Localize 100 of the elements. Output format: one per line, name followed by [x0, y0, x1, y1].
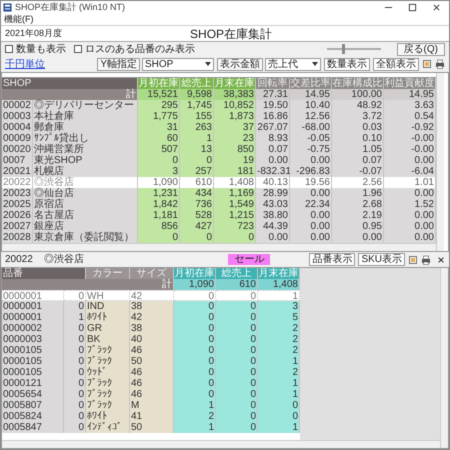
- table-cell: 0: [64, 345, 86, 356]
- table-cell: 0.00: [332, 232, 384, 243]
- column-header: 交差比率: [290, 78, 332, 89]
- table-cell: 1,873: [214, 111, 256, 122]
- table-cell: 19.50: [256, 100, 290, 111]
- maximize-icon[interactable]: [408, 3, 417, 12]
- table-cell: 東光SHOP: [33, 155, 138, 166]
- table-cell: 38,383: [214, 89, 256, 100]
- vertical-scrollbar[interactable]: [440, 268, 448, 448]
- table-cell: 37: [214, 122, 256, 133]
- table-cell: 257: [180, 166, 214, 177]
- table-cell: 0: [216, 389, 258, 400]
- column-header: カラー: [86, 268, 130, 279]
- table-cell: 0: [174, 312, 216, 323]
- table-cell: 0: [138, 232, 180, 243]
- document-icon[interactable]: [422, 59, 432, 69]
- column-header: 月初在庫: [138, 78, 180, 89]
- table-cell: 3.72: [332, 111, 384, 122]
- column-header: 利益貢献度: [384, 78, 436, 89]
- table-cell: 263: [180, 122, 214, 133]
- table-cell: 0.95: [332, 221, 384, 232]
- horizontal-scrollbar[interactable]: [2, 243, 436, 251]
- table-cell: 1,775: [138, 111, 180, 122]
- table-cell: 0: [216, 367, 258, 378]
- table-cell: 20028: [2, 232, 33, 243]
- close-icon[interactable]: [437, 256, 445, 264]
- table-cell: 3: [258, 301, 300, 312]
- table-cell: 13: [180, 144, 214, 155]
- table-cell: 3.63: [384, 100, 436, 111]
- table-cell: -832.31: [256, 166, 290, 177]
- column-header: 月末在庫: [258, 268, 300, 279]
- dropdown-label: Y軸指定: [97, 58, 140, 70]
- selected-row[interactable]: 20022 ◎渋谷店 1,090 610 1,408 40.13 19.56 2.56 1.01: [2, 177, 436, 188]
- table-cell: 0: [64, 411, 86, 422]
- zoom-slider[interactable]: [326, 44, 381, 54]
- page-heading: SHOP在庫集計: [190, 26, 272, 42]
- table-cell: 0: [64, 367, 86, 378]
- checkbox[interactable]: [74, 45, 82, 53]
- printer-icon[interactable]: [435, 59, 445, 69]
- table-cell: 1: [174, 400, 216, 411]
- table-cell: 0: [174, 356, 216, 367]
- table-cell: 46: [130, 378, 174, 389]
- table-cell: 0.00: [256, 155, 290, 166]
- table-cell: -0.00: [384, 144, 436, 155]
- table-cell: 38: [130, 301, 174, 312]
- table-cell: BK: [86, 334, 130, 345]
- horizontal-scrollbar[interactable]: [2, 440, 440, 448]
- table-cell: 60: [138, 133, 180, 144]
- table-cell: 42: [130, 290, 174, 301]
- document-icon[interactable]: [408, 254, 418, 264]
- table-cell: 12.56: [290, 111, 332, 122]
- printer-icon[interactable]: [421, 254, 431, 264]
- table-cell: ﾌﾞﾗｯｸ: [86, 378, 130, 389]
- menu-item[interactable]: 機能(F): [4, 12, 34, 26]
- table-cell: 38.80: [256, 210, 290, 221]
- table-cell: 0: [64, 301, 86, 312]
- table-cell: 0: [174, 334, 216, 345]
- table-cell: 東京倉庫（委託閲覧）: [33, 232, 138, 243]
- close-icon[interactable]: [432, 3, 441, 12]
- table-cell: 0005824: [2, 411, 64, 422]
- table-cell: 0: [216, 312, 258, 323]
- dropdown[interactable]: 売上代: [265, 58, 321, 70]
- table-cell: 00020: [2, 144, 33, 155]
- table-cell: 0: [216, 422, 258, 433]
- table-cell: 1,169: [214, 188, 256, 199]
- table-cell: -0.05: [290, 133, 332, 144]
- back-button[interactable]: 戻る(Q): [396, 42, 445, 56]
- table-cell: 38: [130, 323, 174, 334]
- table-cell: 10,852: [214, 100, 256, 111]
- table-cell: ◎仙台店: [33, 188, 138, 199]
- table-cell: 00003: [2, 111, 33, 122]
- dropdown[interactable]: SHOP: [142, 58, 214, 70]
- vertical-scrollbar[interactable]: [436, 73, 444, 251]
- table-cell: -6.04: [384, 166, 436, 177]
- table-cell: 0.00: [384, 155, 436, 166]
- view-button[interactable]: SKU表示: [358, 253, 405, 266]
- table-cell: ﾌﾞﾗｯｸ: [86, 400, 130, 411]
- selected-row[interactable]: 0000001 0 WH 42 0 0 1: [2, 290, 300, 301]
- table-cell: 0.00: [384, 188, 436, 199]
- table-cell: 5: [258, 312, 300, 323]
- view-button[interactable]: 全額表示: [373, 58, 419, 70]
- table-cell: 14.95: [290, 89, 332, 100]
- table-cell: 50: [130, 422, 174, 433]
- table-cell: 2: [258, 345, 300, 356]
- table-cell: 23: [214, 133, 256, 144]
- table-cell: 507: [138, 144, 180, 155]
- table-cell: 0: [174, 389, 216, 400]
- table-cell: 2: [258, 367, 300, 378]
- view-button[interactable]: 品番表示: [309, 253, 356, 266]
- table-cell: GR: [86, 323, 130, 334]
- unit-link[interactable]: 千円単位: [5, 56, 45, 72]
- table-cell: 0: [174, 345, 216, 356]
- table-cell: 0: [216, 356, 258, 367]
- table-cell: -0.92: [384, 122, 436, 133]
- view-button[interactable]: 数量表示: [324, 58, 370, 70]
- table-cell: 28.99: [256, 188, 290, 199]
- table-cell: 0000003: [2, 334, 64, 345]
- slider-thumb[interactable]: [342, 44, 345, 54]
- table-cell: 528: [180, 210, 214, 221]
- checkbox[interactable]: [5, 45, 13, 53]
